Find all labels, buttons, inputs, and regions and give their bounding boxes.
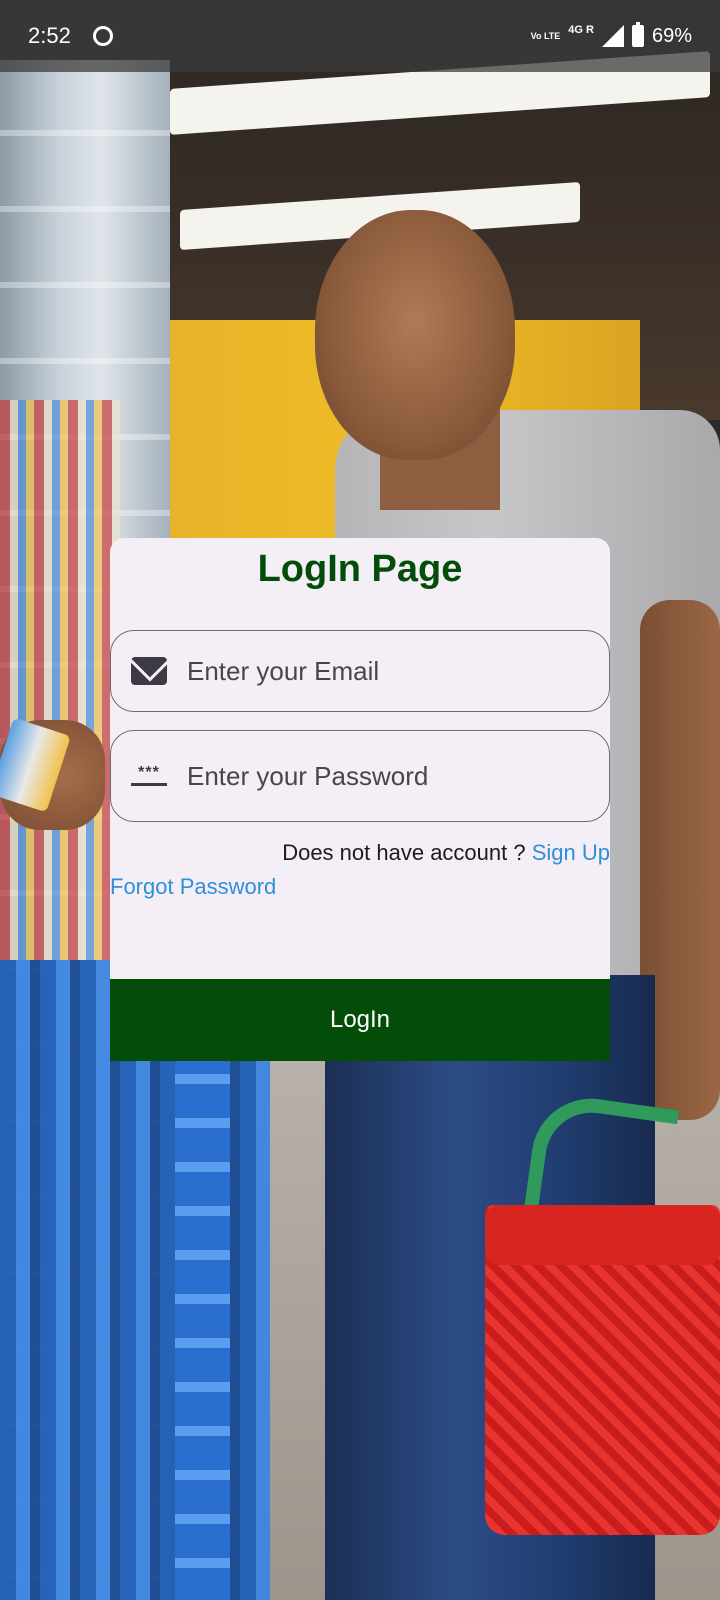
shelf-items	[0, 400, 120, 960]
signup-link[interactable]: Sign Up	[532, 840, 610, 865]
signal-icon	[601, 25, 624, 47]
notification-icon	[92, 26, 113, 46]
status-bar: 2:52 Vo LTE 4G R 69%	[0, 0, 720, 72]
login-button[interactable]: LogIn	[110, 979, 610, 1061]
email-field[interactable]: Enter your Email	[110, 630, 610, 712]
basket-rim	[485, 1205, 720, 1265]
battery-level: 69%	[651, 24, 692, 47]
email-placeholder: Enter your Email	[187, 655, 380, 686]
network-type: 4G R	[568, 24, 594, 36]
no-account-text: Does not have account ?	[282, 840, 526, 865]
email-field-icon-wrap	[111, 657, 187, 685]
mail-icon	[131, 657, 167, 685]
login-card: LogIn Page Enter your Email *** Enter yo…	[110, 538, 610, 1061]
password-field[interactable]: *** Enter your Password	[110, 730, 610, 822]
battery-icon	[631, 22, 644, 47]
password-icon: ***	[131, 764, 167, 786]
password-icon-stars: ***	[138, 764, 160, 781]
person-head	[315, 210, 515, 460]
forgot-password-link[interactable]: Forgot Password	[110, 874, 276, 900]
volte-icon: Vo LTE	[530, 30, 561, 41]
password-placeholder: Enter your Password	[187, 760, 429, 791]
status-time: 2:52	[28, 23, 71, 48]
password-field-icon-wrap: ***	[111, 764, 187, 786]
password-icon-line	[131, 783, 167, 786]
signup-row: Does not have account ? Sign Up	[282, 840, 610, 866]
bottle-caps	[175, 1040, 230, 1600]
status-indicators: Vo LTE 4G R 69%	[530, 22, 692, 48]
page-title: LogIn Page	[257, 548, 463, 590]
